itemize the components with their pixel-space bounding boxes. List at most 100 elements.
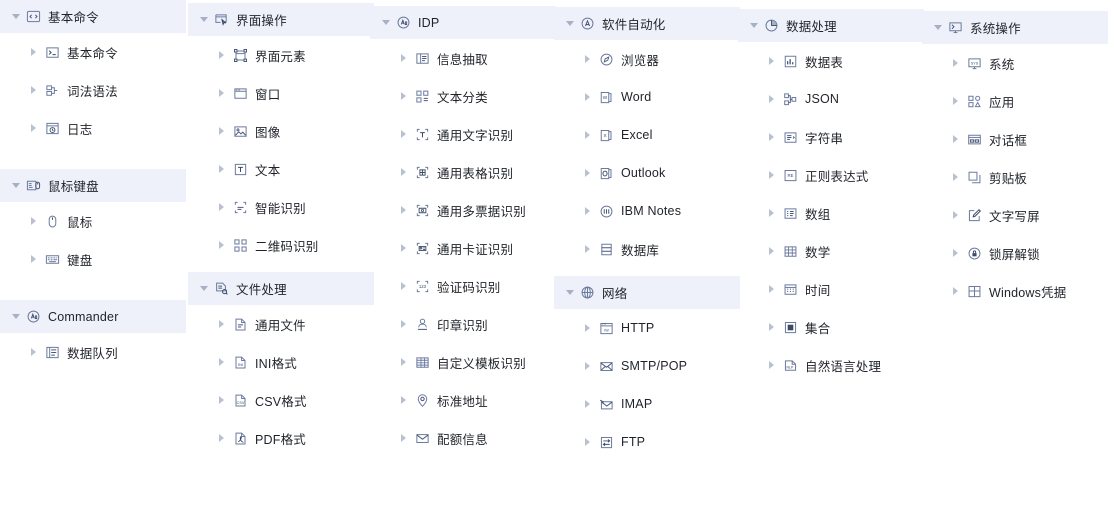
chevron-right-icon[interactable] [766,361,776,369]
chevron-right-icon[interactable] [398,320,408,328]
chevron-right-icon[interactable] [950,287,960,295]
chevron-right-icon[interactable] [398,434,408,442]
group-header-data-processing[interactable]: 数据处理 [738,9,924,42]
chevron-right-icon[interactable] [28,86,38,94]
chevron-right-icon[interactable] [216,51,226,59]
chevron-right-icon[interactable] [766,57,776,65]
chevron-right-icon[interactable] [28,255,38,263]
tree-item-dialog[interactable]: 对话框 [922,120,1108,158]
chevron-right-icon[interactable] [950,135,960,143]
chevron-right-icon[interactable] [398,168,408,176]
chevron-right-icon[interactable] [398,396,408,404]
chevron-down-icon[interactable] [564,21,576,26]
chevron-right-icon[interactable] [950,59,960,67]
chevron-right-icon[interactable] [398,130,408,138]
tree-item-system[interactable]: SYS 系统 [922,44,1108,82]
chevron-right-icon[interactable] [582,324,592,332]
chevron-right-icon[interactable] [766,323,776,331]
chevron-right-icon[interactable] [216,127,226,135]
chevron-right-icon[interactable] [216,434,226,442]
tree-item-clipboard[interactable]: 剪贴板 [922,158,1108,196]
chevron-right-icon[interactable] [398,54,408,62]
chevron-right-icon[interactable] [766,209,776,217]
chevron-right-icon[interactable] [582,93,592,101]
chevron-right-icon[interactable] [28,124,38,132]
chevron-right-icon[interactable] [398,282,408,290]
chevron-right-icon[interactable] [216,320,226,328]
tree-item-log[interactable]: 日志 [0,109,186,147]
chevron-right-icon[interactable] [582,400,592,408]
chevron-down-icon[interactable] [10,183,22,188]
chevron-right-icon[interactable] [950,249,960,257]
chevron-right-icon[interactable] [216,358,226,366]
tree-item-browser[interactable]: 浏览器 [554,40,740,78]
tree-item-imap[interactable]: IMAP [554,385,740,423]
chevron-down-icon[interactable] [748,23,760,28]
tree-item-application[interactable]: 应用 [922,82,1108,120]
chevron-right-icon[interactable] [398,92,408,100]
tree-item-ibm-notes[interactable]: IBM Notes [554,192,740,230]
tree-item-word[interactable]: W Word [554,78,740,116]
tree-item-ui-element[interactable]: 界面元素 [188,36,374,74]
chevron-right-icon[interactable] [216,396,226,404]
group-header-file-processing[interactable]: 文件处理 [188,272,374,305]
chevron-right-icon[interactable] [582,438,592,446]
tree-item-excel[interactable]: X Excel [554,116,740,154]
tree-item-ini-format[interactable]: INI INI格式 [188,343,374,381]
tree-item-keyboard[interactable]: 键盘 [0,240,186,278]
group-header-ui-operations[interactable]: 界面操作 [188,3,374,36]
tree-item-standard-address[interactable]: 标准地址 [370,381,556,419]
chevron-right-icon[interactable] [398,206,408,214]
group-header-software-automation[interactable]: 软件自动化 [554,7,740,40]
chevron-down-icon[interactable] [10,14,22,19]
tree-item-ocr-receipts[interactable]: 通用多票据识别 [370,191,556,229]
chevron-right-icon[interactable] [28,348,38,356]
group-header-mouse-keyboard[interactable]: 鼠标键盘 [0,169,186,202]
chevron-right-icon[interactable] [582,55,592,63]
tree-item-pdf-format[interactable]: PDF格式 [188,419,374,457]
tree-item-smart-recognize[interactable]: 智能识别 [188,188,374,226]
chevron-right-icon[interactable] [216,165,226,173]
chevron-down-icon[interactable] [932,25,944,30]
tree-item-mouse[interactable]: 鼠标 [0,202,186,240]
tree-item-set[interactable]: 集合 [738,308,924,346]
chevron-right-icon[interactable] [950,173,960,181]
tree-item-ocr-text[interactable]: 通用文字识别 [370,115,556,153]
tree-item-ftp[interactable]: FTP [554,423,740,461]
tree-item-text[interactable]: 文本 [188,150,374,188]
tree-item-custom-template[interactable]: 自定义模板识别 [370,343,556,381]
chevron-right-icon[interactable] [582,362,592,370]
chevron-right-icon[interactable] [950,211,960,219]
tree-item-image[interactable]: 图像 [188,112,374,150]
tree-item-data-queue[interactable]: 数据队列 [0,333,186,371]
tree-item-lexical-grammar[interactable]: 词法语法 [0,71,186,109]
group-header-commander[interactable]: Commander [0,300,186,333]
tree-item-outlook[interactable]: Outlook [554,154,740,192]
chevron-right-icon[interactable] [28,217,38,225]
tree-item-generic-file[interactable]: 通用文件 [188,305,374,343]
chevron-right-icon[interactable] [582,207,592,215]
tree-item-windows-credential[interactable]: Windows凭据 [922,272,1108,310]
tree-item-csv-format[interactable]: CSV CSV格式 [188,381,374,419]
tree-item-quota-info[interactable]: 配额信息 [370,419,556,457]
tree-item-text-classify[interactable]: 文本分类 [370,77,556,115]
tree-item-data-table[interactable]: 数据表 [738,42,924,80]
chevron-down-icon[interactable] [10,314,22,319]
tree-item-info-extract[interactable]: 信息抽取 [370,39,556,77]
tree-item-ocr-table[interactable]: 通用表格识别 [370,153,556,191]
group-header-system-operations[interactable]: 系统操作 [922,11,1108,44]
tree-item-lock-screen[interactable]: 锁屏解锁 [922,234,1108,272]
chevron-right-icon[interactable] [582,169,592,177]
tree-item-json[interactable]: JSON [738,80,924,118]
chevron-down-icon[interactable] [564,290,576,295]
chevron-right-icon[interactable] [950,97,960,105]
chevron-right-icon[interactable] [582,131,592,139]
chevron-right-icon[interactable] [28,48,38,56]
chevron-right-icon[interactable] [766,171,776,179]
tree-item-screen-write[interactable]: 文字写屏 [922,196,1108,234]
chevron-down-icon[interactable] [198,17,210,22]
chevron-right-icon[interactable] [766,133,776,141]
chevron-down-icon[interactable] [380,20,392,25]
tree-item-http[interactable]: IW HTTP [554,309,740,347]
tree-item-window[interactable]: 窗口 [188,74,374,112]
